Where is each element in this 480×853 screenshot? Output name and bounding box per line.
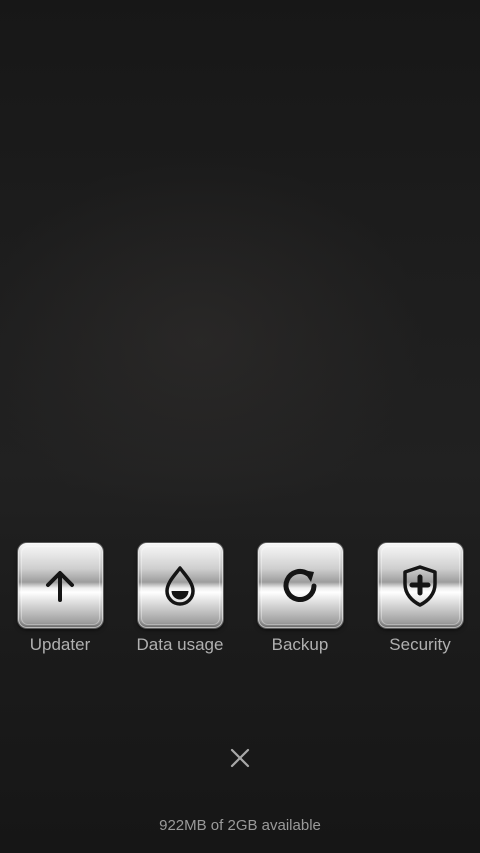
data-usage-app[interactable]: Data usage [120, 543, 240, 663]
updater-label: Updater [29, 635, 91, 654]
arrow-up-icon [46, 570, 74, 602]
data-usage-label: Data usage [136, 635, 224, 654]
toolbox-screen: Updater Data usage Backup Security 922MB… [0, 0, 480, 853]
security-tile[interactable] [377, 543, 463, 628]
security-label: Security [389, 635, 451, 654]
refresh-icon [283, 568, 317, 602]
updater-tile[interactable] [17, 543, 103, 628]
shield-plus-icon [403, 564, 437, 607]
data-usage-tile[interactable] [137, 543, 223, 628]
close-button[interactable] [220, 738, 260, 778]
security-app[interactable]: Security [360, 543, 480, 663]
water-drop-icon [165, 565, 195, 606]
toolbox-app-row: Updater Data usage Backup Security [0, 543, 480, 663]
backup-label: Backup [271, 635, 329, 654]
updater-app[interactable]: Updater [0, 543, 120, 663]
backup-tile[interactable] [257, 543, 343, 628]
backup-app[interactable]: Backup [240, 543, 360, 663]
close-icon [230, 748, 250, 768]
storage-status: 922MB of 2GB available [159, 817, 321, 834]
